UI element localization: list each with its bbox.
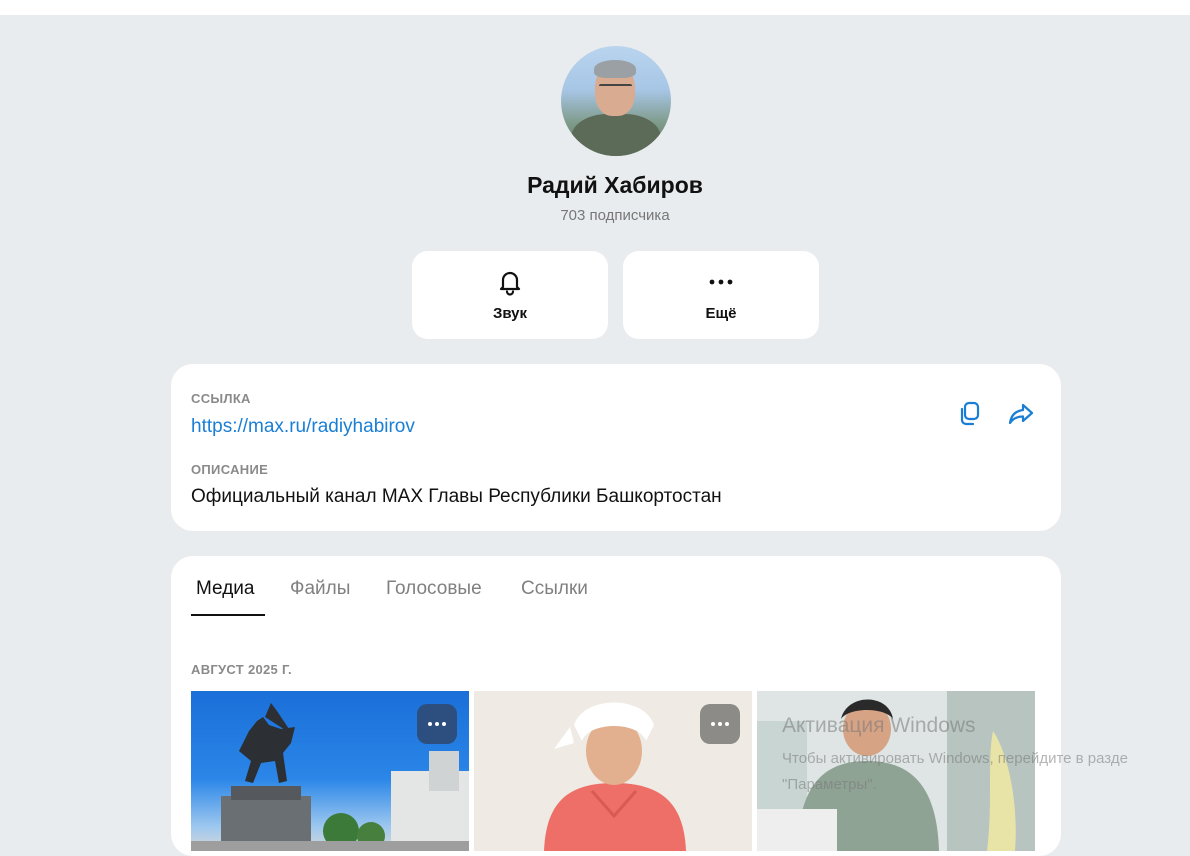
subscriber-count: 703 подписчика — [560, 207, 670, 224]
tab-files[interactable]: Файлы — [290, 578, 350, 600]
thumbnail-menu-button[interactable] — [417, 704, 457, 744]
tab-links[interactable]: Ссылки — [521, 578, 588, 600]
tab-media[interactable]: Медиа — [196, 578, 254, 600]
description-section-label: ОПИСАНИЕ — [191, 462, 269, 477]
tab-voice[interactable]: Голосовые — [386, 578, 482, 600]
more-button[interactable]: Ещё — [623, 251, 819, 339]
share-icon — [1008, 403, 1034, 425]
channel-info-card: ССЫЛКА https://max.ru/radiyhabirov ОПИСА… — [171, 364, 1061, 531]
sound-button[interactable]: Звук — [412, 251, 608, 339]
media-thumbnail[interactable] — [474, 691, 752, 851]
month-header: АВГУСТ 2025 Г. — [191, 662, 292, 677]
more-dots-icon — [623, 268, 819, 296]
channel-link[interactable]: https://max.ru/radiyhabirov — [191, 416, 415, 438]
more-dots-icon — [428, 722, 446, 726]
copy-link-button[interactable] — [954, 398, 986, 430]
bell-icon — [412, 268, 608, 296]
media-thumbnail[interactable] — [757, 691, 1035, 851]
avatar[interactable] — [561, 46, 671, 156]
more-button-label: Ещё — [705, 305, 737, 322]
share-link-button[interactable] — [1005, 398, 1037, 430]
channel-description: Официальный канал MAX Главы Республики Б… — [191, 486, 722, 507]
active-tab-indicator — [191, 614, 265, 616]
copy-icon — [960, 401, 980, 426]
sound-button-label: Звук — [492, 305, 528, 322]
thumbnail-menu-button[interactable] — [700, 704, 740, 744]
channel-name: Радий Хабиров — [527, 172, 703, 198]
media-thumbnail[interactable] — [191, 691, 469, 851]
hospital-photo — [757, 691, 1035, 851]
link-section-label: ССЫЛКА — [191, 391, 251, 406]
more-dots-icon — [711, 722, 729, 726]
top-bar — [0, 0, 1190, 15]
media-card: Медиа Файлы Голосовые Ссылки АВГУСТ 2025… — [171, 556, 1061, 856]
